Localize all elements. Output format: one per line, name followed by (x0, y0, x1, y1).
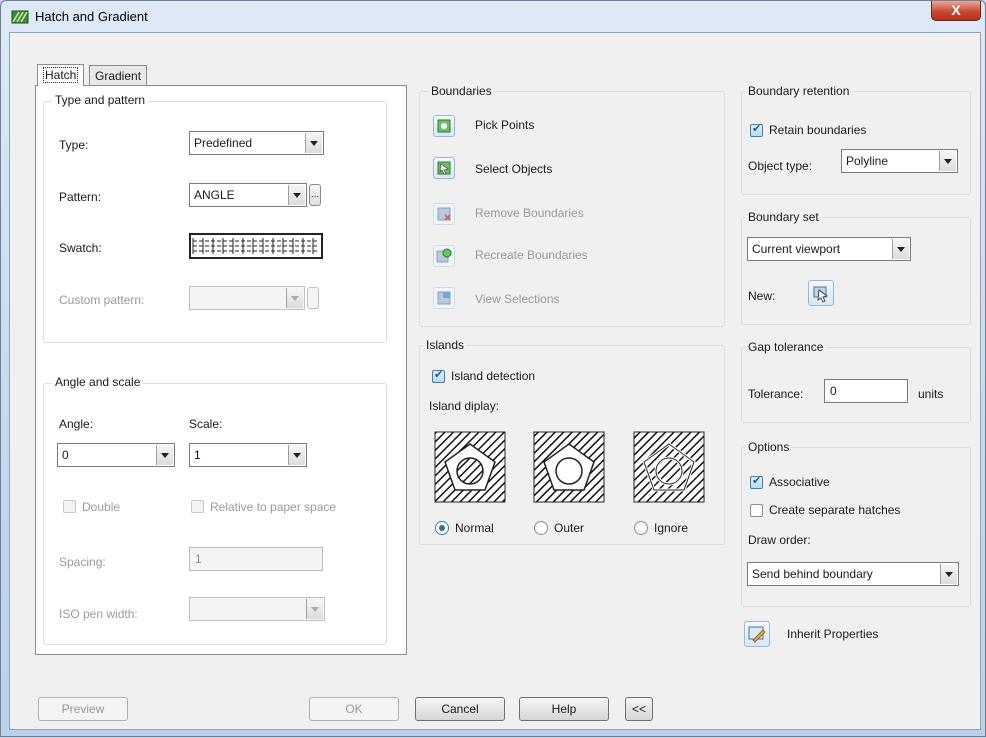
separate-hatches-label: Create separate hatches (769, 503, 901, 517)
tab-hatch[interactable]: Hatch (37, 64, 85, 86)
associative-label: Associative (769, 475, 830, 489)
help-button[interactable]: Help (519, 697, 609, 721)
island-ignore-radio[interactable] (634, 521, 648, 535)
chevron-down-icon[interactable] (939, 151, 956, 171)
tolerance-input[interactable]: 0 (824, 379, 908, 403)
draw-order-dropdown[interactable]: Send behind boundary (747, 562, 959, 586)
boundary-retention-title: Boundary retention (745, 84, 853, 98)
options-title: Options (745, 440, 793, 454)
dialog-window: Hatch and Gradient X Hatch Gradient Type… (0, 0, 986, 737)
boundary-set-group: Boundary set (741, 210, 971, 325)
separate-hatches-checkbox[interactable] (750, 504, 763, 517)
object-type-dropdown[interactable]: Polyline (841, 149, 958, 173)
retain-boundaries-checkbox[interactable] (750, 122, 763, 137)
gap-tolerance-title: Gap tolerance (745, 340, 827, 354)
island-outer-radio[interactable] (534, 521, 548, 535)
associative-checkbox[interactable] (750, 474, 763, 489)
tolerance-label: Tolerance: (748, 387, 804, 401)
cancel-button[interactable]: Cancel (415, 697, 505, 721)
island-outer-label: Outer (554, 521, 585, 535)
chevron-down-icon[interactable] (940, 564, 957, 584)
boundary-retention-group: Boundary retention (741, 84, 971, 195)
chevron-down-icon[interactable] (892, 239, 909, 259)
island-normal-radio[interactable] (435, 521, 449, 535)
preview-button[interactable]: Preview (38, 697, 128, 721)
new-boundary-set-button[interactable] (808, 280, 834, 306)
units-label: units (918, 387, 944, 401)
inherit-properties-button[interactable] (744, 621, 770, 647)
island-normal-preview[interactable] (434, 431, 506, 503)
object-type-label: Object type: (748, 159, 813, 173)
select-cursor-icon (813, 286, 828, 303)
island-ignore-preview[interactable] (633, 431, 705, 503)
inherit-properties-label[interactable]: Inherit Properties (787, 627, 878, 641)
boundary-set-title: Boundary set (745, 210, 822, 224)
boundary-set-dropdown[interactable]: Current viewport (747, 237, 911, 261)
island-normal-label: Normal (455, 521, 494, 535)
inherit-brush-icon (748, 626, 766, 643)
collapse-button[interactable]: << (625, 697, 653, 721)
island-outer-preview[interactable] (533, 431, 605, 503)
retain-boundaries-label: Retain boundaries (769, 123, 867, 137)
island-ignore-label: Ignore (654, 521, 689, 535)
draw-order-label: Draw order: (748, 533, 811, 547)
new-boundary-set-label: New: (748, 289, 776, 303)
ok-button[interactable]: OK (309, 697, 399, 721)
